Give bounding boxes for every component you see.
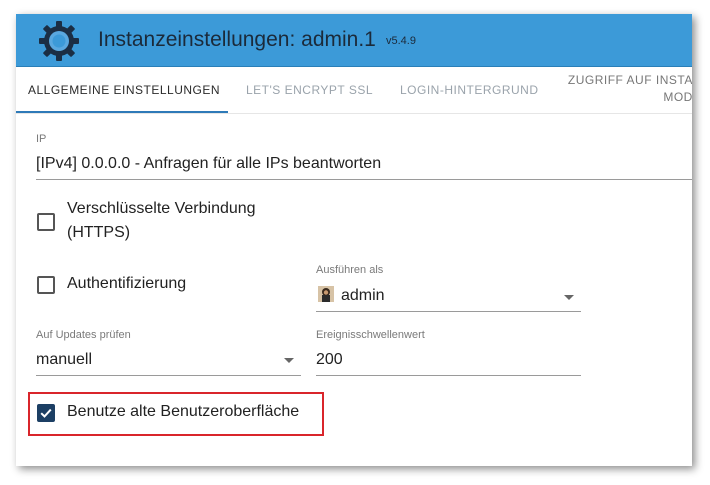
legacy-ui-checkbox-label: Benutze alte Benutzeroberfläche bbox=[67, 403, 300, 420]
title-bar: Instanzeinstellungen: admin.1 v5.4.9 bbox=[16, 14, 692, 67]
settings-dialog: Instanzeinstellungen: admin.1 v5.4.9 ALL… bbox=[16, 14, 692, 466]
authentication-checkbox-label: Authentifizierung bbox=[67, 275, 187, 292]
tab-instance-access[interactable]: ZUGRIFF AUF INSTAN MODU bbox=[562, 72, 692, 106]
tab-general-settings[interactable]: ALLGEMEINE EINSTELLUNGEN bbox=[28, 67, 220, 113]
tab-login-background[interactable]: LOGIN-HINTERGRUND bbox=[400, 67, 539, 113]
iobroker-logo-icon bbox=[39, 21, 79, 61]
tab-bar: ALLGEMEINE EINSTELLUNGEN LET'S ENCRYPT S… bbox=[16, 67, 692, 114]
update-check-label: Auf Updates prüfen bbox=[36, 329, 131, 341]
run-as-select[interactable]: admin bbox=[341, 287, 385, 305]
https-label-line1: Verschlüsselte Verbindung bbox=[67, 200, 256, 217]
tab-instance-access-line1: ZUGRIFF AUF INSTAN bbox=[567, 73, 692, 87]
event-threshold-underline bbox=[316, 375, 581, 376]
tab-instance-access-line2: MODU bbox=[663, 90, 692, 104]
https-checkbox[interactable] bbox=[37, 213, 55, 231]
run-as-underline bbox=[316, 311, 581, 312]
update-check-dropdown-caret-icon[interactable] bbox=[284, 358, 294, 363]
user-avatar-icon bbox=[318, 286, 334, 302]
event-threshold-label: Ereignisschwellenwert bbox=[316, 329, 425, 341]
https-label-line2: (HTTPS) bbox=[67, 224, 131, 241]
active-tab-indicator bbox=[16, 111, 228, 113]
run-as-label: Ausführen als bbox=[316, 264, 384, 276]
tab-lets-encrypt-ssl[interactable]: LET'S ENCRYPT SSL bbox=[246, 67, 373, 113]
update-check-select[interactable]: manuell bbox=[36, 351, 92, 369]
update-check-underline bbox=[36, 375, 301, 376]
dialog-title: Instanzeinstellungen: admin.1 bbox=[98, 28, 376, 51]
version-label: v5.4.9 bbox=[386, 35, 416, 47]
authentication-checkbox[interactable] bbox=[37, 276, 55, 294]
legacy-ui-checkbox[interactable] bbox=[37, 404, 55, 422]
event-threshold-input[interactable]: 200 bbox=[316, 351, 343, 369]
checkmark-icon bbox=[40, 408, 52, 418]
https-checkbox-label: Verschlüsselte Verbindung (HTTPS) bbox=[67, 197, 256, 245]
ip-field-label: IP bbox=[36, 133, 47, 145]
ip-select[interactable]: [IPv4] 0.0.0.0 - Anfragen für alle IPs b… bbox=[36, 155, 381, 173]
ip-select-underline bbox=[36, 179, 692, 180]
run-as-dropdown-caret-icon[interactable] bbox=[564, 295, 574, 300]
